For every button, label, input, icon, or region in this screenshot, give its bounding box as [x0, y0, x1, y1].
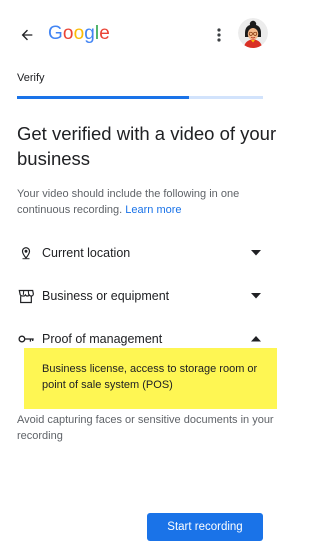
back-button[interactable]	[14, 22, 40, 48]
page-description: Your video should include the following …	[17, 186, 292, 218]
privacy-note: Avoid capturing faces or sensitive docum…	[17, 414, 274, 442]
arrow-left-icon	[21, 29, 33, 41]
accordion-business-or-equipment[interactable]: Business or equipment	[17, 284, 263, 308]
user-avatar-icon	[238, 18, 268, 48]
start-recording-button[interactable]: Start recording	[147, 513, 263, 541]
step-label: Verify	[17, 72, 45, 84]
account-avatar[interactable]	[238, 18, 268, 48]
key-icon	[17, 330, 35, 348]
learn-more-link[interactable]: Learn more	[125, 204, 181, 216]
more-vert-icon	[217, 28, 221, 42]
chevron-up-icon	[249, 332, 263, 346]
top-app-bar: Google	[0, 0, 321, 70]
storefront-icon	[17, 287, 35, 305]
logo-letter: o	[62, 23, 74, 44]
progress-bar-fill	[17, 96, 190, 99]
location-pin-icon	[17, 244, 35, 262]
logo-letter: G	[48, 23, 63, 44]
chevron-down-icon	[249, 246, 263, 260]
logo-letter: g	[84, 23, 95, 44]
accordion-current-location[interactable]: Current location	[17, 241, 263, 265]
accordion-label: Current location	[42, 246, 131, 260]
google-logo: Google	[48, 23, 110, 45]
progress-bar	[17, 96, 263, 99]
page-title: Get verified with a video of your busine…	[17, 123, 277, 169]
logo-letter: e	[99, 23, 110, 44]
detail-text: Business license, access to storage room…	[42, 363, 258, 391]
accordion-label: Business or equipment	[42, 289, 170, 303]
more-options-button[interactable]	[210, 23, 228, 47]
logo-letter: o	[73, 23, 85, 44]
accordion-label: Proof of management	[42, 332, 163, 346]
chevron-down-icon	[249, 289, 263, 303]
proof-of-management-detail: Business license, access to storage room…	[24, 348, 277, 409]
